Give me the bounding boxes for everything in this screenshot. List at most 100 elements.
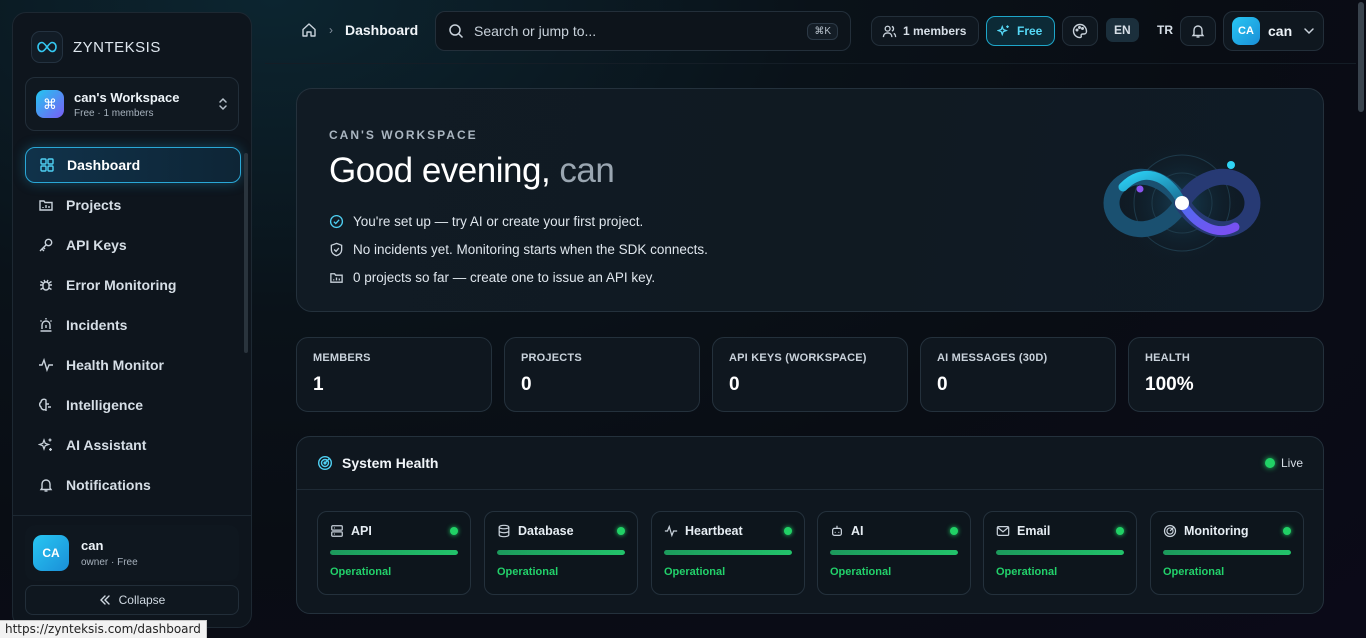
sidebar-item-dashboard[interactable]: Dashboard <box>25 147 241 183</box>
bot-icon <box>830 524 844 538</box>
stat-value: 0 <box>937 374 948 395</box>
home-icon[interactable] <box>301 22 317 38</box>
service-health-bar-fill <box>497 550 625 555</box>
sidebar-item-label: Incidents <box>66 317 128 333</box>
service-health-bar-fill <box>664 550 792 555</box>
status-dot <box>617 527 625 535</box>
projects-icon <box>38 197 54 213</box>
status-dot <box>450 527 458 535</box>
service-card-monitoring: Monitoring Operational <box>1150 511 1304 595</box>
user-menu-button[interactable]: CA can <box>1223 11 1324 51</box>
live-dot <box>1264 458 1275 468</box>
service-card-ai: AI Operational <box>817 511 971 595</box>
workspace-switcher[interactable]: ⌘ can's Workspace Free · 1 members <box>25 77 239 131</box>
plan-badge-button[interactable]: Free <box>986 16 1055 46</box>
user-name: can <box>1268 23 1293 39</box>
sidebar-item-label: API Keys <box>66 237 127 253</box>
members-button[interactable]: 1 members <box>871 16 979 46</box>
service-health-bar <box>330 550 458 555</box>
welcome-hero: CAN'S WORKSPACE Good evening, can You're… <box>296 88 1324 312</box>
greeting-name: can <box>559 151 615 190</box>
list-item: No incidents yet. Monitoring starts when… <box>329 235 708 263</box>
bell-icon <box>1190 23 1206 39</box>
service-name: Monitoring <box>1184 524 1249 538</box>
brand-name: ZYNTEKSIS <box>73 38 161 56</box>
stat-label: HEALTH <box>1145 352 1190 364</box>
divider <box>297 489 1323 490</box>
hero-line-text: No incidents yet. Monitoring starts when… <box>353 241 708 257</box>
search-bar[interactable]: ⌘K <box>435 11 851 51</box>
infinity-illustration-icon <box>1087 139 1277 269</box>
palette-icon <box>1072 23 1088 39</box>
sidebar-item-label: AI Assistant <box>66 437 147 453</box>
sidebar-item-label: Health Monitor <box>66 357 164 373</box>
infinity-logo-icon <box>31 31 63 63</box>
status-badge: Operational <box>330 566 392 578</box>
chevron-down-icon <box>1303 27 1315 35</box>
topbar: › Dashboard ⌘K 1 members Free EN TR CA c… <box>265 0 1356 64</box>
bell-icon <box>38 477 54 493</box>
status-badge: Operational <box>664 566 726 578</box>
service-name: AI <box>851 524 864 538</box>
sidebar-item-ai-assistant[interactable]: AI Assistant <box>25 427 241 463</box>
notifications-button[interactable] <box>1180 16 1216 46</box>
sidebar-item-incidents[interactable]: Incidents <box>25 307 241 343</box>
members-label: 1 members <box>903 24 967 38</box>
collapse-label: Collapse <box>118 593 166 607</box>
sidebar-item-label: Notifications <box>66 477 151 493</box>
key-icon <box>38 237 54 253</box>
dashboard-icon <box>39 157 55 173</box>
workspace-name: can's Workspace <box>74 89 180 105</box>
avatar: CA <box>33 535 69 571</box>
theme-button[interactable] <box>1062 16 1098 46</box>
status-dot <box>1116 527 1124 535</box>
sidebar-item-error-monitoring[interactable]: Error Monitoring <box>25 267 241 303</box>
sidebar-item-projects[interactable]: Projects <box>25 187 241 223</box>
chevrons-up-down-icon <box>218 97 228 111</box>
service-card-heartbeat: Heartbeat Operational <box>651 511 805 595</box>
hero-line-text: 0 projects so far — create one to issue … <box>353 269 656 285</box>
stat-value: 0 <box>729 374 740 395</box>
sidebar-divider <box>13 515 251 516</box>
sidebar-scrollbar[interactable] <box>244 153 248 353</box>
service-name: API <box>351 524 372 538</box>
bug-icon <box>38 277 54 293</box>
sidebar-item-health-monitor[interactable]: Health Monitor <box>25 347 241 383</box>
live-indicator: Live <box>1264 456 1303 470</box>
sidebar-item-api-keys[interactable]: API Keys <box>25 227 241 263</box>
list-item: 0 projects so far — create one to issue … <box>329 263 708 291</box>
brand[interactable]: ZYNTEKSIS <box>31 31 161 63</box>
sidebar-user-card[interactable]: CA can owner · Free <box>25 525 239 581</box>
server-icon <box>330 524 344 538</box>
sidebar-item-intelligence[interactable]: Intelligence <box>25 387 241 423</box>
status-dot <box>1283 527 1291 535</box>
stat-card-ai-messages: AI MESSAGES (30D) 0 <box>920 337 1116 412</box>
language-en-button[interactable]: EN <box>1106 18 1139 42</box>
users-icon <box>882 24 897 39</box>
user-role: owner · Free <box>81 557 138 568</box>
radar-icon <box>1163 524 1177 538</box>
collapse-button[interactable]: Collapse <box>25 585 239 615</box>
chevrons-left-icon <box>99 595 111 605</box>
stat-label: AI MESSAGES (30D) <box>937 352 1048 364</box>
hero-status-list: You're set up — try AI or create your fi… <box>329 207 708 291</box>
sidebar-item-label: Projects <box>66 197 122 213</box>
system-health-title: System Health <box>342 455 439 471</box>
service-health-bar-fill <box>830 550 958 555</box>
service-card-database: Database Operational <box>484 511 638 595</box>
check-circle-icon <box>329 214 344 229</box>
status-dot <box>784 527 792 535</box>
language-tr-button[interactable]: TR <box>1149 18 1181 42</box>
service-health-bar-fill <box>996 550 1124 555</box>
stat-card-projects: PROJECTS 0 <box>504 337 700 412</box>
workspace-subtitle: Free · 1 members <box>74 107 154 119</box>
sidebar-item-label: Intelligence <box>66 397 144 413</box>
greeting-text: Good evening, <box>329 151 551 190</box>
page-scrollbar[interactable] <box>1358 2 1364 112</box>
sidebar-item-label: Error Monitoring <box>66 277 177 293</box>
sidebar-item-notifications[interactable]: Notifications <box>25 467 241 503</box>
search-input[interactable] <box>474 23 798 39</box>
siren-icon <box>38 317 54 333</box>
service-health-bar-fill <box>1163 550 1291 555</box>
radar-icon <box>317 455 333 471</box>
